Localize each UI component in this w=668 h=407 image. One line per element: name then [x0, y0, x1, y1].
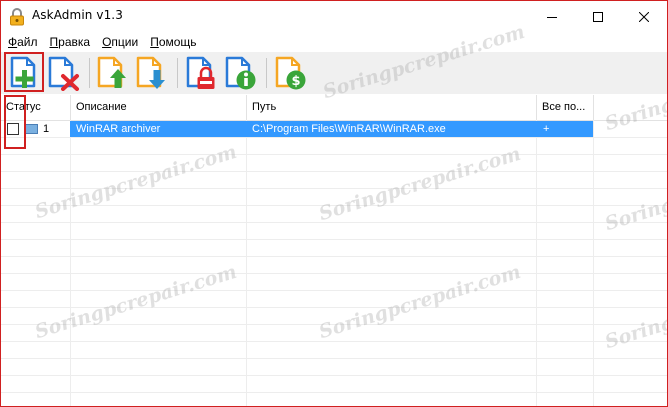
- grid-line: [536, 120, 537, 406]
- info-button[interactable]: [223, 55, 257, 91]
- grid-line: [1, 290, 667, 291]
- grid-line: [1, 307, 667, 308]
- padlock-icon: [9, 8, 25, 26]
- file-delete-icon: [46, 55, 80, 91]
- grid-line: [1, 137, 667, 138]
- title-bar: AskAdmin v1.3: [1, 1, 667, 32]
- grid-line: [1, 188, 667, 189]
- app-window: AskAdmin v1.3 Файл Правка Опции Помощь $…: [0, 0, 668, 407]
- menu-edit[interactable]: Правка: [43, 35, 96, 49]
- row-path: C:\Program Files\WinRAR\WinRAR.exe: [252, 123, 446, 135]
- toolbar: $: [1, 52, 667, 94]
- grid-line: [1, 256, 667, 257]
- grid-line: [1, 154, 667, 155]
- grid-line: [593, 120, 594, 406]
- rules-list[interactable]: Статус Описание Путь Все по... 1 WinRAR …: [1, 95, 667, 406]
- grid-line: [1, 392, 667, 393]
- column-header-path[interactable]: Путь: [247, 95, 537, 120]
- grid-line: [1, 222, 667, 223]
- window-title: AskAdmin v1.3: [32, 8, 123, 22]
- grid-line: [1, 273, 667, 274]
- menu-options[interactable]: Опции: [95, 35, 143, 49]
- grid-line: [1, 358, 667, 359]
- row-index: 1: [43, 123, 50, 135]
- file-lock-icon: [184, 55, 218, 91]
- grid-line: [1, 341, 667, 342]
- row-description: WinRAR archiver: [76, 123, 161, 135]
- maximize-icon: [593, 11, 603, 22]
- svg-text:$: $: [291, 74, 300, 89]
- file-info-icon: [223, 55, 257, 91]
- donate-button[interactable]: $: [273, 55, 307, 91]
- menu-bar: Файл Правка Опции Помощь: [1, 32, 667, 52]
- minimize-button[interactable]: [529, 1, 575, 32]
- highlight-frame: [4, 52, 44, 92]
- file-arrow-up-icon: [95, 55, 129, 91]
- close-icon: [639, 11, 649, 22]
- file-arrow-down-icon: [134, 55, 168, 91]
- lock-button[interactable]: [184, 55, 218, 91]
- toolbar-separator: [266, 58, 267, 88]
- menu-file[interactable]: Файл: [1, 35, 43, 49]
- grid-line: [1, 375, 667, 376]
- close-button[interactable]: [621, 1, 667, 32]
- maximize-button[interactable]: [575, 1, 621, 32]
- menu-help[interactable]: Помощь: [143, 35, 201, 49]
- row-all-users: +: [543, 123, 550, 135]
- file-dollar-icon: $: [273, 55, 307, 91]
- column-header-description[interactable]: Описание: [71, 95, 247, 120]
- grid-line: [246, 120, 247, 406]
- grid-line: [1, 205, 667, 206]
- grid-line: [1, 239, 667, 240]
- toolbar-separator: [177, 58, 178, 88]
- grid-line: [1, 324, 667, 325]
- move-down-button[interactable]: [134, 55, 168, 91]
- remove-file-button[interactable]: [46, 55, 80, 91]
- grid-line: [1, 171, 667, 172]
- minimize-icon: [547, 12, 557, 22]
- highlight-frame: [4, 95, 26, 149]
- app-entry-icon: [25, 124, 38, 134]
- toolbar-separator: [89, 58, 90, 88]
- column-header-all-users[interactable]: Все по...: [537, 95, 594, 120]
- list-header: Статус Описание Путь Все по...: [1, 95, 667, 121]
- move-up-button[interactable]: [95, 55, 129, 91]
- grid-line: [70, 120, 71, 406]
